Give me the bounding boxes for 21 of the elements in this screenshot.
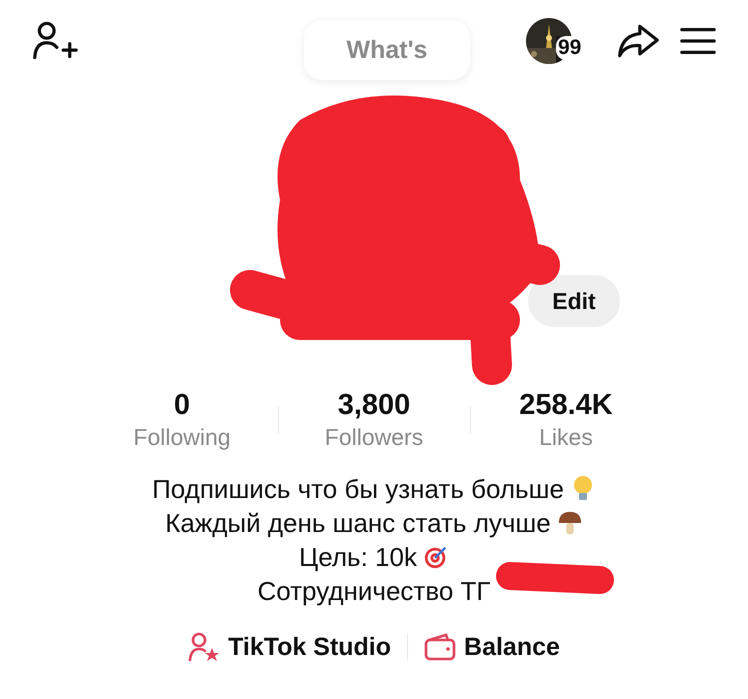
wallet-icon (424, 632, 456, 662)
stat-value: 0 (174, 388, 190, 422)
stat-label[interactable]: Following (133, 422, 231, 452)
profile-link[interactable]: Balance (424, 632, 560, 662)
stat-value: 3,800 (338, 388, 410, 422)
note-bubble[interactable]: What's (304, 20, 470, 80)
bio-line: Сотрудничество ТГ (257, 576, 490, 606)
mushroom-icon (556, 509, 583, 537)
edit-button[interactable]: Edit (528, 275, 620, 327)
stat-label[interactable]: Followers (324, 422, 424, 452)
menu-icon[interactable] (680, 26, 716, 56)
bio-line: Цель: 10k (299, 542, 417, 572)
person-star-icon (188, 632, 220, 662)
story-count: 99 (556, 36, 584, 60)
profile-link[interactable]: TikTok Studio (188, 632, 392, 662)
bio-line: Каждый день шанс стать лучше (165, 508, 551, 538)
bio-line: Подпишись что бы узнать больше (152, 474, 564, 504)
stat-value: 258.4K (519, 388, 613, 422)
share-icon[interactable] (616, 22, 660, 60)
add-friend-icon[interactable] (32, 20, 78, 60)
stat-label[interactable]: Likes (539, 422, 593, 452)
